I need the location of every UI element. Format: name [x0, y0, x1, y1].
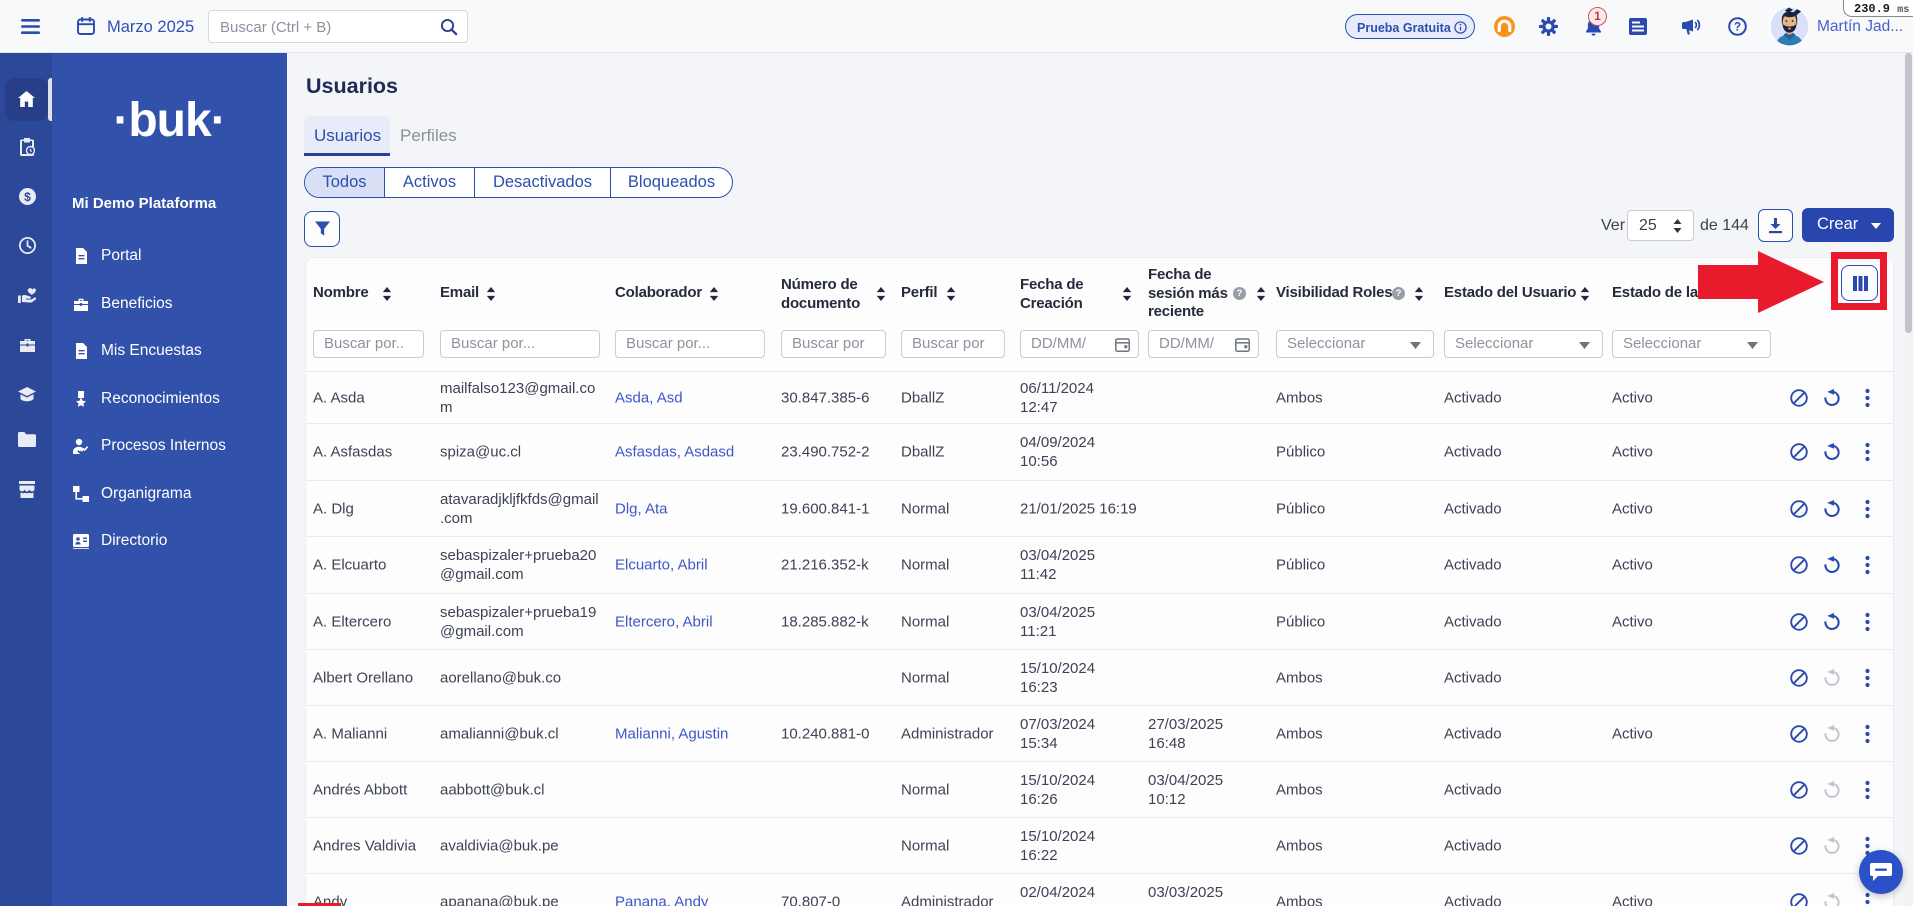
svg-text:?: ?: [1734, 22, 1741, 34]
svg-text:$: $: [24, 190, 31, 204]
